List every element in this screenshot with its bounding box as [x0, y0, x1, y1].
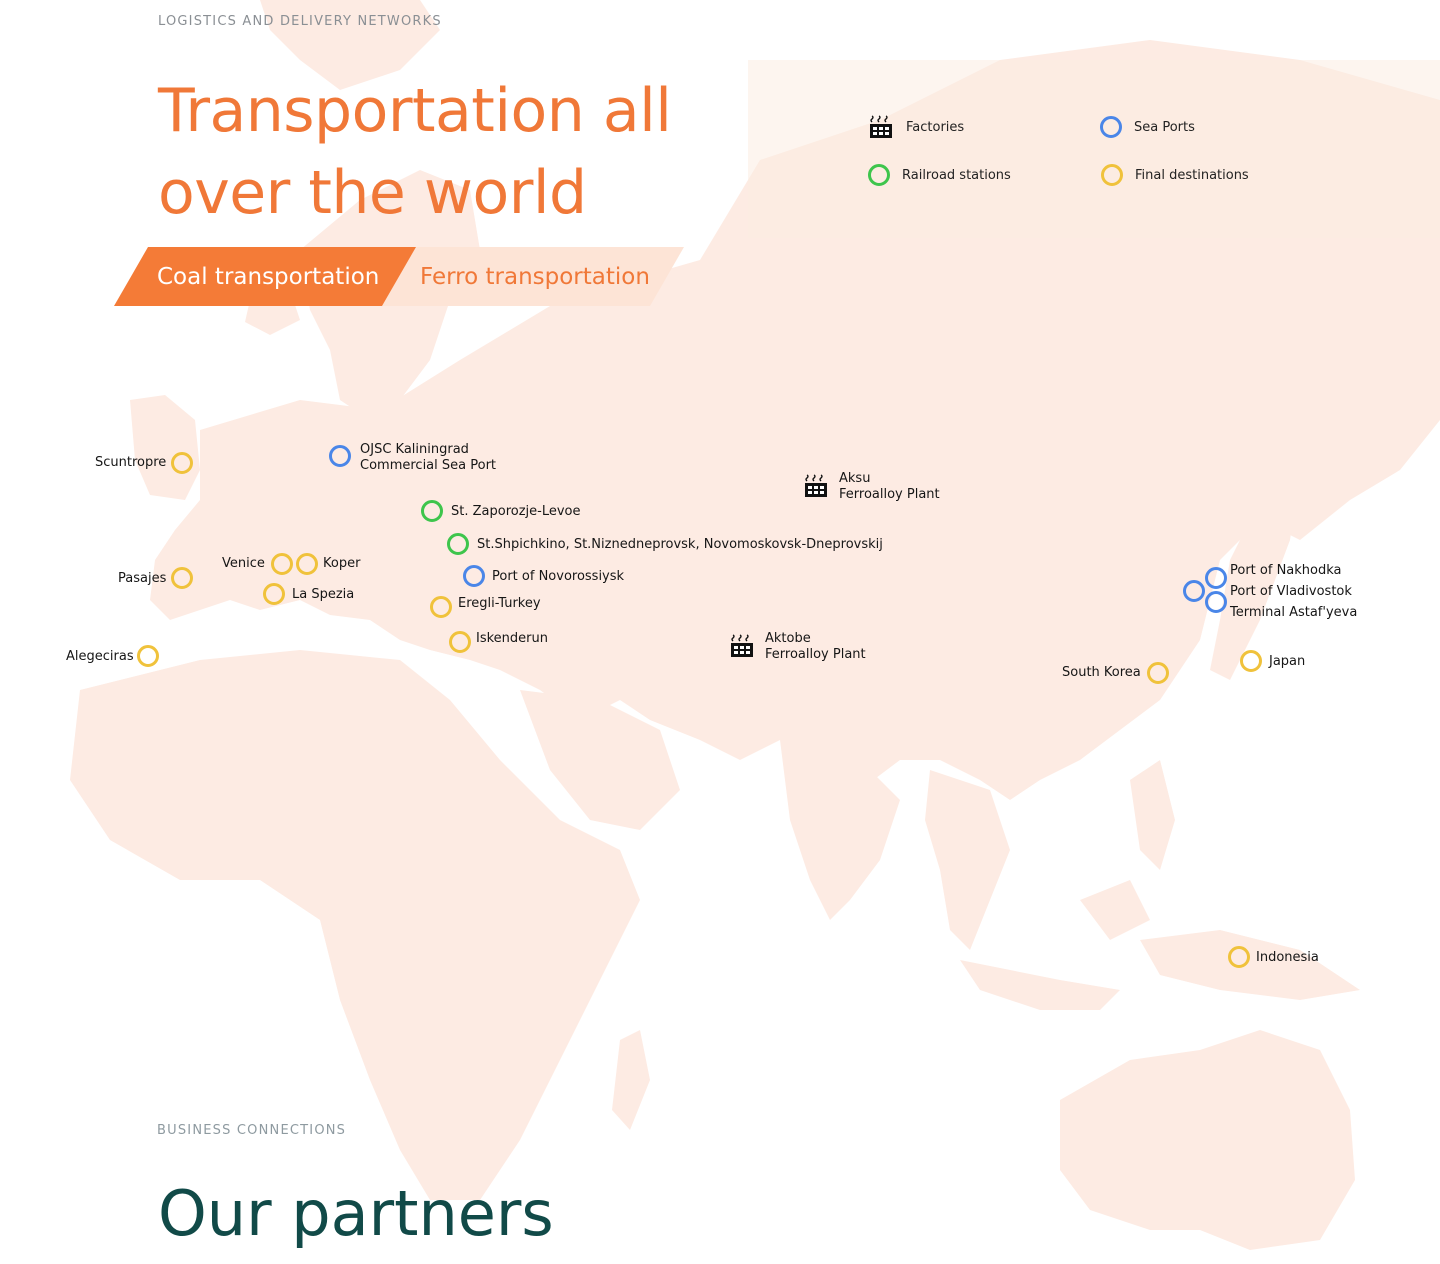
label-nakhodka: Port of Nakhodka — [1230, 563, 1342, 578]
railroad-marker-icon — [868, 164, 890, 186]
factory-icon — [870, 115, 892, 138]
label-kaliningrad-line-2: Commercial Sea Port — [360, 458, 497, 473]
legend-railroad-stations: Railroad stations — [868, 164, 1011, 186]
label-koper: Koper — [323, 556, 361, 571]
destination-marker-icon — [1101, 164, 1123, 186]
label-kaliningrad: OJSC Kaliningrad Commercial Sea Port — [360, 442, 496, 474]
indonesia-landmass — [960, 960, 1120, 1010]
australia-landmass — [1060, 1030, 1355, 1250]
label-astafyeva: Terminal Astaf'yeva — [1230, 605, 1358, 620]
page-title: Transportation all over the world — [158, 70, 758, 234]
label-venice: Venice — [222, 556, 265, 571]
marker-astafyeva[interactable] — [1205, 591, 1227, 613]
title-line-2: over the world — [158, 158, 587, 228]
marker-japan[interactable] — [1240, 650, 1262, 672]
label-aksu: Aksu Ferroalloy Plant — [839, 471, 940, 503]
marker-kaliningrad[interactable] — [329, 445, 351, 467]
legend-final-destinations: Final destinations — [1101, 164, 1249, 186]
uk-landmass — [130, 395, 200, 500]
label-aksu-line-1: Aksu — [839, 471, 871, 486]
label-novorossiysk: Port of Novorossiysk — [492, 569, 625, 584]
legend-railroad-stations-label: Railroad stations — [902, 167, 1011, 183]
label-aktobe-line-1: Aktobe — [765, 631, 811, 646]
tab-ferro-transportation[interactable]: Ferro transportation — [382, 247, 684, 306]
label-kaliningrad-line-1: OJSC Kaliningrad — [360, 442, 469, 457]
marker-novorossiysk[interactable] — [463, 565, 485, 587]
legend-factories-label: Factories — [906, 119, 965, 135]
marker-south-korea[interactable] — [1147, 662, 1169, 684]
label-aktobe-line-2: Ferroalloy Plant — [765, 647, 866, 662]
marker-nakhodka[interactable] — [1205, 567, 1227, 589]
label-la-spezia: La Spezia — [292, 587, 355, 602]
marker-iskenderun[interactable] — [449, 631, 471, 653]
label-scuntropre: Scuntropre — [95, 455, 167, 470]
section-eyebrow: LOGISTICS AND DELIVERY NETWORKS — [158, 14, 442, 29]
label-aksu-line-2: Ferroalloy Plant — [839, 487, 940, 502]
partners-title: Our partners — [158, 1177, 554, 1250]
sea-port-marker-icon — [1100, 116, 1122, 138]
marker-la-spezia[interactable] — [263, 583, 285, 605]
label-alegeciras: Alegeciras — [66, 649, 134, 664]
marker-pasajes[interactable] — [171, 567, 193, 589]
label-iskenderun: Iskenderun — [476, 631, 548, 646]
marker-eregli[interactable] — [430, 596, 452, 618]
legend-final-destinations-label: Final destinations — [1135, 167, 1249, 183]
marker-shpichkino[interactable] — [447, 533, 469, 555]
marker-scuntropre[interactable] — [171, 452, 193, 474]
tab-coal-transportation[interactable]: Coal transportation — [114, 247, 416, 306]
label-zaporozje: St. Zaporozje-Levoe — [451, 504, 581, 519]
marker-zaporozje[interactable] — [421, 500, 443, 522]
partners-eyebrow: BUSINESS CONNECTIONS — [157, 1123, 347, 1138]
map-legend: Factories Sea Ports Railroad stations Fi… — [748, 60, 1440, 238]
label-shpichkino: St.Shpichkino, St.Niznedneprovsk, Novomo… — [477, 537, 883, 552]
title-line-1: Transportation all — [158, 76, 672, 146]
marker-koper[interactable] — [296, 553, 318, 575]
legend-sea-ports-label: Sea Ports — [1134, 119, 1195, 135]
marker-indonesia[interactable] — [1228, 946, 1250, 968]
factory-icon[interactable] — [729, 633, 755, 659]
marker-alegeciras[interactable] — [137, 645, 159, 667]
marker-venice[interactable] — [271, 553, 293, 575]
madagascar-landmass — [612, 1030, 650, 1130]
label-vladivostok: Port of Vladivostok — [1230, 584, 1352, 599]
label-eregli: Eregli-Turkey — [458, 596, 541, 611]
label-aktobe: Aktobe Ferroalloy Plant — [765, 631, 866, 663]
transport-tabs: Coal transportation Ferro transportation — [114, 247, 694, 306]
label-south-korea: South Korea — [1062, 665, 1141, 680]
se-asia-landmass — [925, 770, 1010, 950]
legend-sea-ports: Sea Ports — [1100, 116, 1195, 138]
label-indonesia: Indonesia — [1256, 950, 1319, 965]
label-pasajes: Pasajes — [118, 571, 167, 586]
legend-factories: Factories — [868, 114, 964, 140]
factory-icon[interactable] — [803, 473, 829, 499]
label-japan: Japan — [1269, 654, 1306, 669]
marker-vladivostok[interactable] — [1183, 580, 1205, 602]
